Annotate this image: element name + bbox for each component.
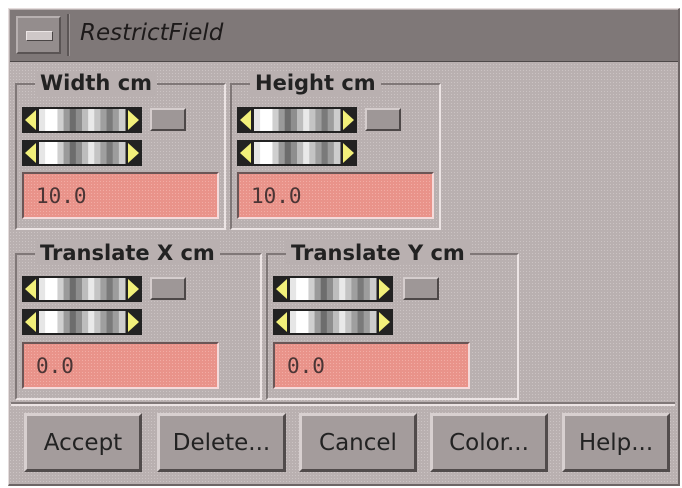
arrow-left-icon[interactable] xyxy=(276,312,287,332)
height-fine-wheel[interactable] xyxy=(237,140,357,166)
color-button[interactable]: Color... xyxy=(430,413,548,472)
title-bar[interactable]: RestrictField xyxy=(10,10,678,62)
translate-x-value-field[interactable]: 0.0 xyxy=(22,342,219,389)
window-title: RestrictField xyxy=(80,20,224,46)
arrow-left-icon[interactable] xyxy=(25,143,36,163)
width-value-field[interactable]: 10.0 xyxy=(22,172,219,219)
translate-y-label: Translate Y cm xyxy=(286,241,470,265)
arrow-right-icon[interactable] xyxy=(128,143,139,163)
height-reset-button[interactable] xyxy=(365,108,401,131)
cancel-button[interactable]: Cancel xyxy=(299,413,417,472)
arrow-right-icon[interactable] xyxy=(128,110,139,130)
arrow-left-icon[interactable] xyxy=(25,312,36,332)
arrow-right-icon[interactable] xyxy=(128,279,139,299)
arrow-right-icon[interactable] xyxy=(343,110,354,130)
width-coarse-wheel[interactable] xyxy=(22,107,142,133)
arrow-right-icon[interactable] xyxy=(343,143,354,163)
window-menu-button[interactable] xyxy=(16,16,61,54)
title-separator xyxy=(67,14,70,56)
translate-x-label: Translate X cm xyxy=(35,241,220,265)
accept-button[interactable]: Accept xyxy=(24,413,142,472)
arrow-left-icon[interactable] xyxy=(240,143,251,163)
arrow-right-icon[interactable] xyxy=(128,312,139,332)
translate-y-value-field[interactable]: 0.0 xyxy=(273,342,470,389)
arrow-left-icon[interactable] xyxy=(276,279,287,299)
translate-x-fine-wheel[interactable] xyxy=(22,309,142,335)
width-reset-button[interactable] xyxy=(150,108,186,131)
window-menu-icon xyxy=(26,31,53,41)
help-button[interactable]: Help... xyxy=(562,413,670,472)
arrow-right-icon[interactable] xyxy=(379,312,390,332)
arrow-left-icon[interactable] xyxy=(25,110,36,130)
width-label: Width cm xyxy=(35,71,158,95)
translate-y-fine-wheel[interactable] xyxy=(273,309,393,335)
arrow-left-icon[interactable] xyxy=(240,110,251,130)
height-coarse-wheel[interactable] xyxy=(237,107,357,133)
translate-y-reset-button[interactable] xyxy=(403,277,439,300)
translate-x-reset-button[interactable] xyxy=(150,277,186,300)
width-fine-wheel[interactable] xyxy=(22,140,142,166)
arrow-left-icon[interactable] xyxy=(25,279,36,299)
arrow-right-icon[interactable] xyxy=(379,279,390,299)
height-label: Height cm xyxy=(250,71,381,95)
button-row-separator xyxy=(11,402,675,406)
translate-y-coarse-wheel[interactable] xyxy=(273,276,393,302)
height-value-field[interactable]: 10.0 xyxy=(237,172,434,219)
delete-button[interactable]: Delete... xyxy=(157,413,286,472)
translate-x-coarse-wheel[interactable] xyxy=(22,276,142,302)
